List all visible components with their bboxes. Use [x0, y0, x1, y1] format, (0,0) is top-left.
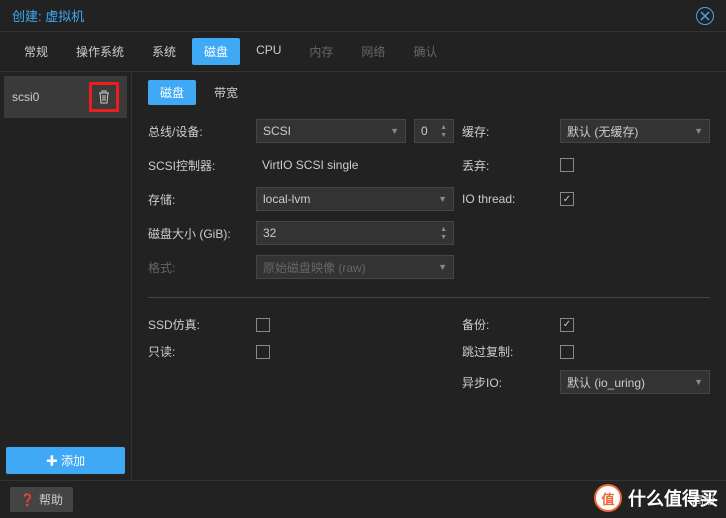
help-button[interactable]: ❓ 帮助	[10, 487, 73, 512]
watermark-icon: 值	[594, 484, 622, 512]
plus-icon: ✚	[46, 454, 61, 468]
discard-label: 丢弃:	[462, 157, 552, 174]
readonly-checkbox[interactable]	[256, 345, 270, 359]
tab-disk[interactable]: 磁盘	[192, 38, 240, 65]
bus-number-input[interactable]: 0▲▼	[414, 119, 454, 143]
watermark-text: 什么值得买	[628, 485, 718, 511]
scsi-ctrl-value: VirtIO SCSI single	[256, 153, 454, 177]
chevron-down-icon: ▼	[694, 126, 703, 136]
tab-network[interactable]: 网络	[349, 38, 397, 65]
disk-item-label: scsi0	[12, 90, 39, 104]
ssd-label: SSD仿真:	[148, 316, 248, 333]
iothread-label: IO thread:	[462, 192, 552, 206]
skipreplication-label: 跳过复制:	[462, 343, 552, 360]
tab-memory[interactable]: 内存	[297, 38, 345, 65]
asyncio-label: 异步IO:	[462, 374, 552, 391]
tab-system[interactable]: 系统	[140, 38, 188, 65]
iothread-checkbox[interactable]: ✓	[560, 192, 574, 206]
main-tabs: 常规 操作系统 系统 磁盘 CPU 内存 网络 确认	[0, 32, 726, 72]
cache-select[interactable]: 默认 (无缓存)▼	[560, 119, 710, 143]
ssd-checkbox[interactable]	[256, 318, 270, 332]
delete-disk-button[interactable]	[89, 82, 119, 112]
subtab-bandwidth[interactable]: 带宽	[202, 80, 250, 105]
chevron-down-icon: ▼	[390, 126, 399, 136]
chevron-down-icon: ▼	[694, 377, 703, 387]
disk-list-item[interactable]: scsi0	[4, 76, 127, 118]
cache-label: 缓存:	[462, 123, 552, 140]
chevron-down-icon: ▼	[438, 262, 447, 272]
storage-label: 存储:	[148, 191, 248, 208]
scsi-ctrl-label: SCSI控制器:	[148, 157, 248, 174]
trash-icon	[98, 90, 110, 104]
close-button[interactable]	[696, 7, 714, 25]
add-disk-button[interactable]: ✚ 添加	[6, 447, 125, 474]
skipreplication-checkbox[interactable]	[560, 345, 574, 359]
help-icon: ❓	[20, 493, 35, 507]
readonly-label: 只读:	[148, 343, 248, 360]
bus-label: 总线/设备:	[148, 123, 248, 140]
backup-checkbox[interactable]: ✓	[560, 318, 574, 332]
format-select: 原始磁盘映像 (raw)▼	[256, 255, 454, 279]
size-input[interactable]: 32▲▼	[256, 221, 454, 245]
dialog-title: 创建: 虚拟机	[12, 6, 84, 25]
watermark: 值 什么值得买	[594, 484, 718, 512]
tab-cpu[interactable]: CPU	[244, 38, 293, 65]
tab-os[interactable]: 操作系统	[64, 38, 136, 65]
subtab-disk[interactable]: 磁盘	[148, 80, 196, 105]
size-label: 磁盘大小 (GiB):	[148, 225, 248, 242]
bus-select[interactable]: SCSI▼	[256, 119, 406, 143]
tab-general[interactable]: 常规	[12, 38, 60, 65]
chevron-down-icon: ▼	[438, 194, 447, 204]
storage-select[interactable]: local-lvm▼	[256, 187, 454, 211]
backup-label: 备份:	[462, 316, 552, 333]
asyncio-select[interactable]: 默认 (io_uring)▼	[560, 370, 710, 394]
discard-checkbox[interactable]	[560, 158, 574, 172]
format-label: 格式:	[148, 259, 248, 276]
tab-confirm[interactable]: 确认	[401, 38, 449, 65]
